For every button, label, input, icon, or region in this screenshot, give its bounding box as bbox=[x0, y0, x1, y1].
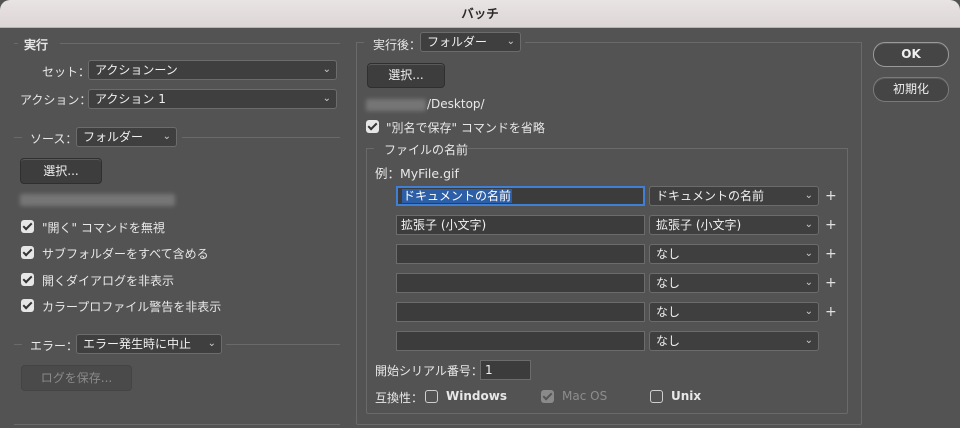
chevron-down-icon: ⌄ bbox=[804, 335, 813, 346]
source-choose-button[interactable]: 選択... bbox=[20, 158, 102, 184]
divider bbox=[226, 344, 340, 345]
checkbox-windows-label: Windows bbox=[446, 389, 507, 403]
add-row-icon[interactable]: + bbox=[825, 247, 837, 261]
divider bbox=[182, 137, 340, 138]
chevron-down-icon: ⌄ bbox=[322, 93, 331, 104]
add-row-icon[interactable]: + bbox=[825, 305, 837, 319]
window-title: バッチ bbox=[0, 0, 960, 28]
chevron-down-icon: ⌄ bbox=[804, 306, 813, 317]
chevron-down-icon: ⌄ bbox=[804, 248, 813, 259]
destination-choose-button[interactable]: 選択... bbox=[367, 63, 445, 88]
divider bbox=[14, 137, 22, 138]
serial-label: 開始シリアル番号： bbox=[375, 364, 483, 378]
naming-field-5[interactable] bbox=[396, 302, 645, 322]
naming-select-1-value: ドキュメントの名前 bbox=[656, 189, 765, 203]
checkbox-unix-label: Unix bbox=[671, 389, 702, 403]
checkbox-macos[interactable] bbox=[541, 390, 554, 403]
naming-select-5-value: なし bbox=[656, 305, 681, 319]
naming-select-2-value: 拡張子 (小文字) bbox=[656, 218, 742, 232]
serial-input[interactable]: 1 bbox=[480, 360, 531, 380]
checkbox-include-subfolders-label: サブフォルダーをすべて含める bbox=[42, 247, 209, 261]
naming-select-3[interactable]: なし ⌄ bbox=[649, 244, 819, 264]
execute-group-label: 実行 bbox=[24, 38, 49, 52]
checkbox-suppress-open-label: "開く" コマンドを無視 bbox=[42, 221, 165, 235]
naming-select-3-value: なし bbox=[656, 247, 681, 261]
checkbox-include-subfolders[interactable] bbox=[21, 246, 34, 259]
chevron-down-icon: ⌄ bbox=[207, 338, 216, 349]
set-select[interactable]: アクションーン ⌄ bbox=[88, 60, 337, 80]
set-label: セット： bbox=[42, 65, 91, 79]
save-log-button[interactable]: ログを保存... bbox=[21, 365, 132, 391]
source-select[interactable]: フォルダー ⌄ bbox=[76, 127, 177, 147]
checkbox-suppress-color-warnings[interactable] bbox=[21, 299, 34, 312]
naming-field-3[interactable] bbox=[396, 244, 645, 264]
action-select-value: アクション 1 bbox=[95, 92, 166, 106]
divider bbox=[468, 148, 848, 149]
divider bbox=[14, 424, 340, 425]
divider bbox=[366, 148, 374, 149]
naming-select-5[interactable]: なし ⌄ bbox=[649, 302, 819, 322]
source-path-redacted bbox=[20, 194, 175, 206]
destination-select-value: フォルダー bbox=[427, 35, 488, 49]
checkbox-suppress-open[interactable] bbox=[21, 220, 34, 233]
errors-label: エラー： bbox=[30, 339, 79, 353]
checkbox-suppress-open-dialogs-label: 開くダイアログを非表示 bbox=[42, 274, 175, 288]
chevron-down-icon: ⌄ bbox=[804, 277, 813, 288]
checkbox-windows[interactable] bbox=[425, 390, 438, 403]
naming-field-1[interactable]: ドキュメントの名前 bbox=[396, 186, 645, 206]
action-select[interactable]: アクション 1 ⌄ bbox=[88, 89, 337, 109]
action-label: アクション： bbox=[20, 93, 92, 107]
source-select-value: フォルダー bbox=[83, 130, 144, 144]
source-label: ソース： bbox=[30, 132, 78, 146]
naming-field-4[interactable] bbox=[396, 273, 645, 293]
naming-select-4[interactable]: なし ⌄ bbox=[649, 273, 819, 293]
errors-select-value: エラー発生時に中止 bbox=[83, 337, 192, 351]
naming-field-2-value: 拡張子 (小文字) bbox=[401, 218, 487, 232]
add-row-icon[interactable]: + bbox=[825, 189, 837, 203]
compat-label: 互換性： bbox=[375, 391, 424, 405]
divider bbox=[525, 42, 862, 43]
naming-select-2[interactable]: 拡張子 (小文字) ⌄ bbox=[649, 215, 819, 235]
add-row-icon[interactable]: + bbox=[825, 276, 837, 290]
naming-select-1[interactable]: ドキュメントの名前 ⌄ bbox=[649, 186, 819, 206]
naming-field-1-value: ドキュメントの名前 bbox=[402, 189, 513, 203]
file-naming-example: 例：MyFile.gif bbox=[375, 166, 459, 181]
ok-button[interactable]: OK bbox=[873, 42, 949, 67]
divider bbox=[14, 43, 18, 44]
checkbox-unix[interactable] bbox=[650, 390, 663, 403]
chevron-down-icon: ⌄ bbox=[804, 190, 813, 201]
naming-select-6[interactable]: なし ⌄ bbox=[649, 331, 819, 351]
destination-select[interactable]: フォルダー ⌄ bbox=[420, 32, 521, 52]
naming-select-4-value: なし bbox=[656, 276, 681, 290]
errors-select[interactable]: エラー発生時に中止 ⌄ bbox=[76, 334, 222, 354]
chevron-down-icon: ⌄ bbox=[804, 219, 813, 230]
checkbox-macos-label: Mac OS bbox=[562, 389, 608, 403]
serial-input-value: 1 bbox=[485, 363, 493, 377]
destination-label: 実行後： bbox=[373, 38, 422, 52]
chevron-down-icon: ⌄ bbox=[162, 131, 171, 142]
divider bbox=[60, 43, 340, 44]
set-select-value: アクションーン bbox=[95, 63, 178, 77]
naming-field-2[interactable]: 拡張子 (小文字) bbox=[396, 215, 645, 235]
divider bbox=[356, 42, 364, 43]
checkbox-override-save-as[interactable] bbox=[366, 120, 379, 133]
divider bbox=[14, 344, 22, 345]
reset-button[interactable]: 初期化 bbox=[873, 77, 949, 102]
destination-path-redacted bbox=[366, 99, 426, 111]
add-row-icon[interactable]: + bbox=[825, 218, 837, 232]
naming-select-6-value: なし bbox=[656, 334, 681, 348]
checkbox-suppress-open-dialogs[interactable] bbox=[21, 273, 34, 286]
batch-dialog: バッチ 実行 セット： アクションーン ⌄ アクション： アクション 1 ⌄ ソ… bbox=[0, 0, 960, 428]
naming-field-6[interactable] bbox=[396, 331, 645, 351]
file-naming-group-label: ファイルの名前 bbox=[384, 143, 469, 157]
checkbox-override-save-as-label: "別名で保存" コマンドを省略 bbox=[386, 121, 545, 135]
checkbox-suppress-color-warnings-label: カラープロファイル警告を非表示 bbox=[42, 300, 222, 314]
chevron-down-icon: ⌄ bbox=[506, 36, 515, 47]
destination-path: /Desktop/ bbox=[427, 97, 485, 111]
chevron-down-icon: ⌄ bbox=[322, 64, 331, 75]
